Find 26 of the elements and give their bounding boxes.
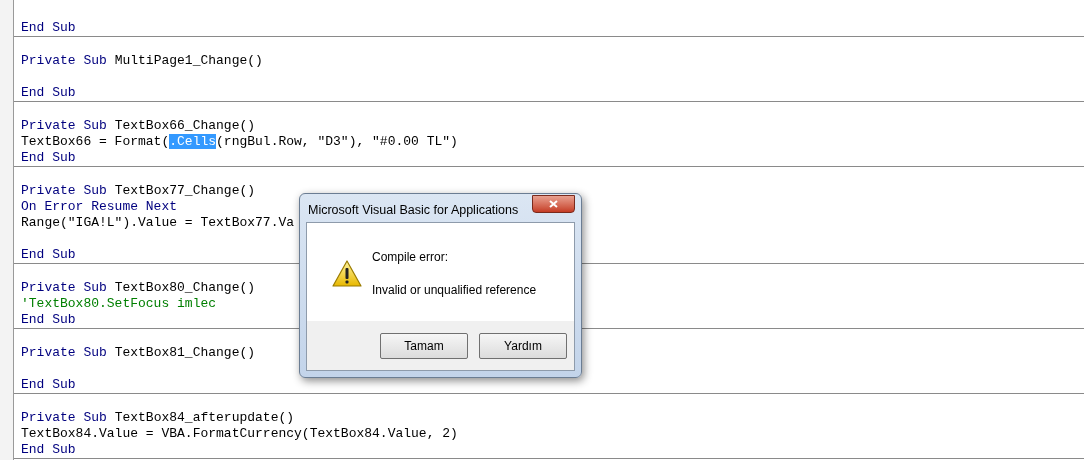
code-line: TextBox66 = Format(.Cells(rngBul.Row, "D3"), "#0.00 TL")	[21, 134, 458, 150]
close-icon	[549, 200, 558, 208]
code-line: End Sub	[21, 377, 76, 393]
code-line: Private Sub TextBox66_Change()	[21, 118, 256, 134]
code-line: End Sub	[21, 85, 76, 101]
code-line: Private Sub MultiPage1_Change()	[21, 53, 263, 69]
dialog-title: Microsoft Visual Basic for Applications	[308, 202, 519, 219]
code-line: Private Sub TextBox80_Change()	[21, 280, 256, 296]
error-heading: Compile error:	[372, 248, 450, 266]
code-line: End Sub	[21, 247, 76, 263]
code-line: Private Sub TextBox81_Change()	[21, 345, 256, 361]
code-line: End Sub	[21, 312, 76, 328]
code-line: 'TextBox80.SetFocus imlec	[21, 296, 217, 312]
code-line: End Sub	[21, 442, 76, 458]
error-message: Invalid or unqualified reference	[372, 281, 537, 299]
dialog-button[interactable]: Yardım	[479, 332, 567, 359]
code-line: Private Sub TextBox84_afterupdate()	[21, 410, 295, 426]
code-line: On Error Resume Next	[21, 199, 178, 215]
code-line: Range("IGA!L").Value = TextBox77.Va	[21, 215, 295, 231]
code-line: TextBox84.Value = VBA.FormatCurrency(TextBox84.Value, 2)	[21, 426, 458, 442]
code-line: End Sub	[21, 150, 76, 166]
dialog-button[interactable]: Tamam	[380, 332, 468, 359]
code-line: Private Sub TextBox77_Change()	[21, 183, 256, 199]
code-line: End Sub	[21, 20, 76, 36]
warning-icon	[332, 259, 362, 287]
close-button[interactable]	[532, 195, 575, 213]
